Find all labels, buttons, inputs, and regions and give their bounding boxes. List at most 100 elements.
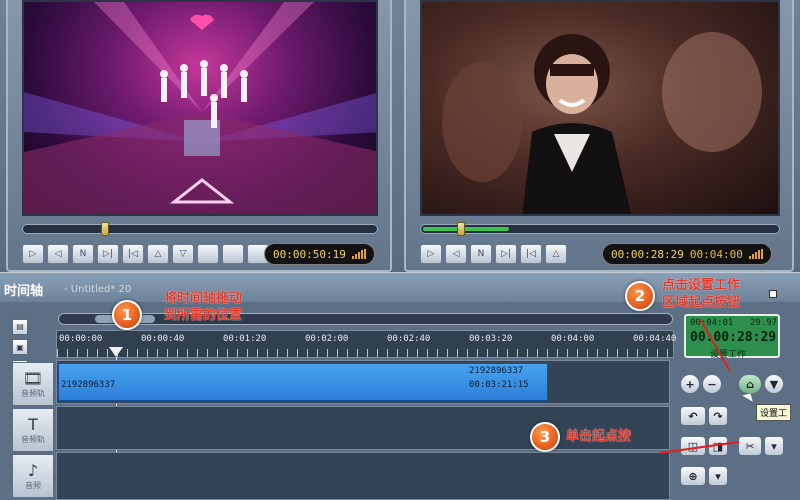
up-button[interactable]: △: [147, 244, 169, 264]
source-video-screen[interactable]: [22, 0, 378, 216]
next-button[interactable]: ▷|: [495, 244, 517, 264]
ruler-tick-label: 00:03:20: [469, 334, 513, 344]
lock-button[interactable]: ⊕: [680, 466, 706, 486]
track-label: 音频: [25, 480, 41, 490]
panel-duration: 00:04:01: [690, 318, 734, 328]
chevron-down-icon: ▼: [769, 377, 779, 391]
blank-button[interactable]: [222, 244, 244, 264]
timeline-ruler[interactable]: 00:00:00 00:00:40 00:01:20 00:02:00 00:02:40…: [56, 330, 676, 358]
program-video-screen[interactable]: [420, 0, 780, 216]
redo-button[interactable]: ↷: [708, 406, 728, 426]
ruler-tick-label: 00:01:20: [223, 334, 267, 344]
cut-button[interactable]: ✂: [738, 436, 762, 456]
step-back-button[interactable]: ◁: [47, 244, 69, 264]
folder-icon[interactable]: ▣: [12, 339, 28, 355]
audio-track[interactable]: [56, 452, 670, 500]
step-back-icon: ◁: [54, 249, 62, 259]
annotation-1-line1: 将时间轴拖动: [164, 291, 243, 306]
track-label: 音频轨: [21, 434, 45, 444]
step-back-icon: ◁: [452, 249, 460, 259]
lock-options-button[interactable]: ▾: [708, 466, 728, 486]
work-area-time-panel: 00:04:01 29.97 00:00:28:29 设置工作: [684, 314, 780, 360]
undo-icon: ↶: [688, 409, 698, 423]
next-icon: ▷|: [501, 249, 511, 259]
play-button[interactable]: ▷: [22, 244, 44, 264]
stage-image: [24, 2, 376, 214]
marker-icon: ⌂: [746, 377, 754, 391]
clip-name: 2192896337: [61, 380, 116, 390]
undo-button[interactable]: ↶: [680, 406, 706, 426]
blank-button[interactable]: [197, 244, 219, 264]
ruler-tick-label: 00:02:40: [387, 334, 431, 344]
skip-button[interactable]: |◁: [520, 244, 542, 264]
video-track-icon: 🎞: [22, 368, 44, 388]
next-icon: ▷|: [103, 249, 113, 259]
source-controls: ▷ ◁ N ▷| |◁ △ ▽: [22, 242, 269, 266]
project-name: - Untitled* 20: [64, 284, 132, 295]
play-icon: ▷: [29, 249, 37, 259]
n-button[interactable]: N: [470, 244, 492, 264]
up-icon: △: [552, 249, 560, 259]
source-seek-bar[interactable]: [22, 222, 378, 236]
annotation-badge-1: 1: [112, 300, 142, 330]
program-player: ▷ ◁ N ▷| |◁ △ 00:00:28:29 00:04:00: [404, 0, 794, 272]
panel-framerate: 29.97: [750, 318, 778, 328]
play-button[interactable]: ▷: [420, 244, 442, 264]
annotation-badge-3: 3: [530, 422, 560, 452]
up-button[interactable]: △: [545, 244, 567, 264]
performer-image: [442, 32, 762, 214]
source-seek-thumb[interactable]: [101, 222, 110, 236]
volume-icon[interactable]: [748, 249, 763, 259]
program-timecode-display: 00:00:28:29 00:04:00: [602, 243, 772, 265]
cut-options-button[interactable]: ▾: [764, 436, 784, 456]
audio-track-header[interactable]: ♪ 音频: [12, 454, 54, 498]
play-icon: ▷: [427, 249, 435, 259]
annotation-1-line2: 到所需的位置: [164, 308, 243, 323]
step-back-button[interactable]: ◁: [445, 244, 467, 264]
program-seek-thumb[interactable]: [457, 222, 465, 236]
dropdown-button[interactable]: ▼: [764, 374, 784, 394]
volume-icon[interactable]: [351, 249, 366, 259]
tooltip: 设置工: [756, 404, 792, 421]
track-label: 音频轨: [21, 388, 45, 398]
down-button[interactable]: ▽: [172, 244, 194, 264]
zoom-out-button[interactable]: −: [702, 374, 722, 394]
down-icon: ▽: [179, 249, 187, 259]
next-button[interactable]: ▷|: [97, 244, 119, 264]
source-timecode-display: 00:00:50:19: [264, 243, 375, 265]
program-controls: ▷ ◁ N ▷| |◁ △: [420, 242, 567, 266]
maximize-icon[interactable]: [769, 290, 777, 298]
skip-button[interactable]: |◁: [122, 244, 144, 264]
program-total-duration: 00:04:00: [689, 247, 743, 261]
text-track-header[interactable]: T 音频轨: [12, 408, 54, 452]
source-player: ▷ ◁ N ▷| |◁ △ ▽ 00:00:50:19: [6, 0, 392, 272]
annotation-text-2: 点击设置工作 区域起点按钮: [662, 277, 740, 311]
n-button[interactable]: N: [72, 244, 94, 264]
video-track[interactable]: 2192896337 2192896337 00:03:21;15: [56, 360, 670, 404]
annotation-text-1: 将时间轴拖动 到所需的位置: [164, 290, 242, 324]
ruler-ticks: [57, 349, 673, 357]
ruler-tick-label: 00:00:00: [59, 334, 103, 344]
skip-icon: |◁: [526, 249, 536, 259]
ruler-tick-label: 00:02:00: [305, 334, 349, 344]
timeline-title: 时间轴: [4, 284, 44, 299]
clip-duration: 00:03:21;15: [469, 380, 529, 390]
timeline-tools: ▤ ▣ ▦ ▥: [12, 314, 48, 396]
video-track-header[interactable]: 🎞 音频轨: [12, 362, 54, 406]
scissors-icon: ✂: [745, 439, 755, 453]
timeline-overview-scroll[interactable]: [58, 313, 673, 325]
program-timecode: 00:00:28:29: [611, 247, 684, 261]
zoom-in-button[interactable]: +: [680, 374, 700, 394]
lock-icon: ⊕: [688, 469, 698, 483]
annotation-text-3: 单击起点按: [566, 429, 632, 444]
audio-track-icon: ♪: [27, 460, 39, 480]
video-clip[interactable]: 2192896337 2192896337 00:03:21;15: [58, 363, 548, 401]
program-seek-progress: [423, 227, 509, 231]
set-work-start-button[interactable]: ⌂: [738, 374, 762, 394]
panel-timecode: 00:00:28:29: [690, 330, 777, 345]
storyboard-icon[interactable]: ▤: [12, 318, 28, 335]
skip-icon: |◁: [128, 249, 138, 259]
program-seek-bar[interactable]: [420, 222, 780, 236]
ruler-tick-label: 00:04:00: [551, 334, 595, 344]
up-icon: △: [154, 249, 162, 259]
